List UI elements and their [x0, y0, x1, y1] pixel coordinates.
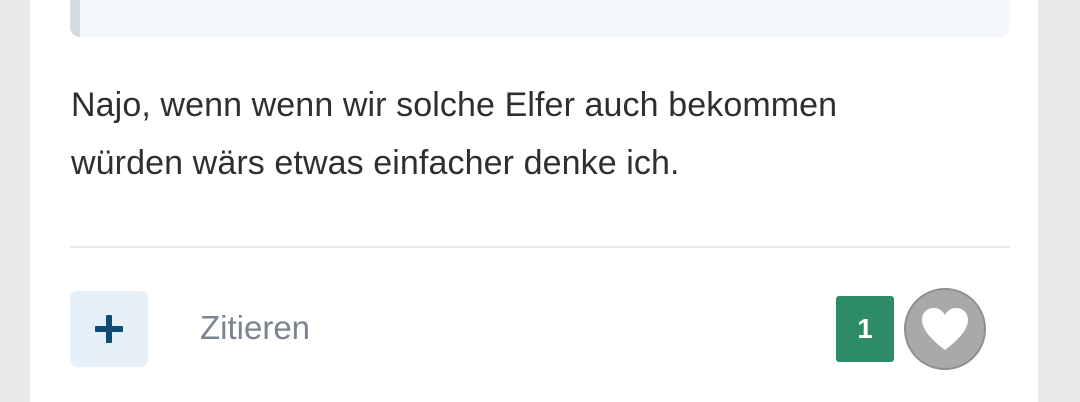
- post-text-line-2: würden wärs etwas einfacher denke ich.: [71, 144, 680, 182]
- post-text-line-1: Najo, wenn wenn wir solche Elfer auch be…: [71, 86, 838, 124]
- divider: [70, 246, 1010, 248]
- post-card: Najo, wenn wenn wir solche Elfer auch be…: [30, 0, 1038, 402]
- like-button[interactable]: [904, 288, 986, 370]
- heart-icon: [919, 306, 971, 352]
- post-text: Najo, wenn wenn wir solche Elfer auch be…: [71, 76, 1001, 192]
- quote-block: [70, 0, 1010, 37]
- quote-link[interactable]: Zitieren: [200, 306, 310, 350]
- plus-icon: [93, 313, 125, 345]
- like-count-badge: 1: [836, 296, 894, 362]
- add-button[interactable]: [70, 291, 148, 367]
